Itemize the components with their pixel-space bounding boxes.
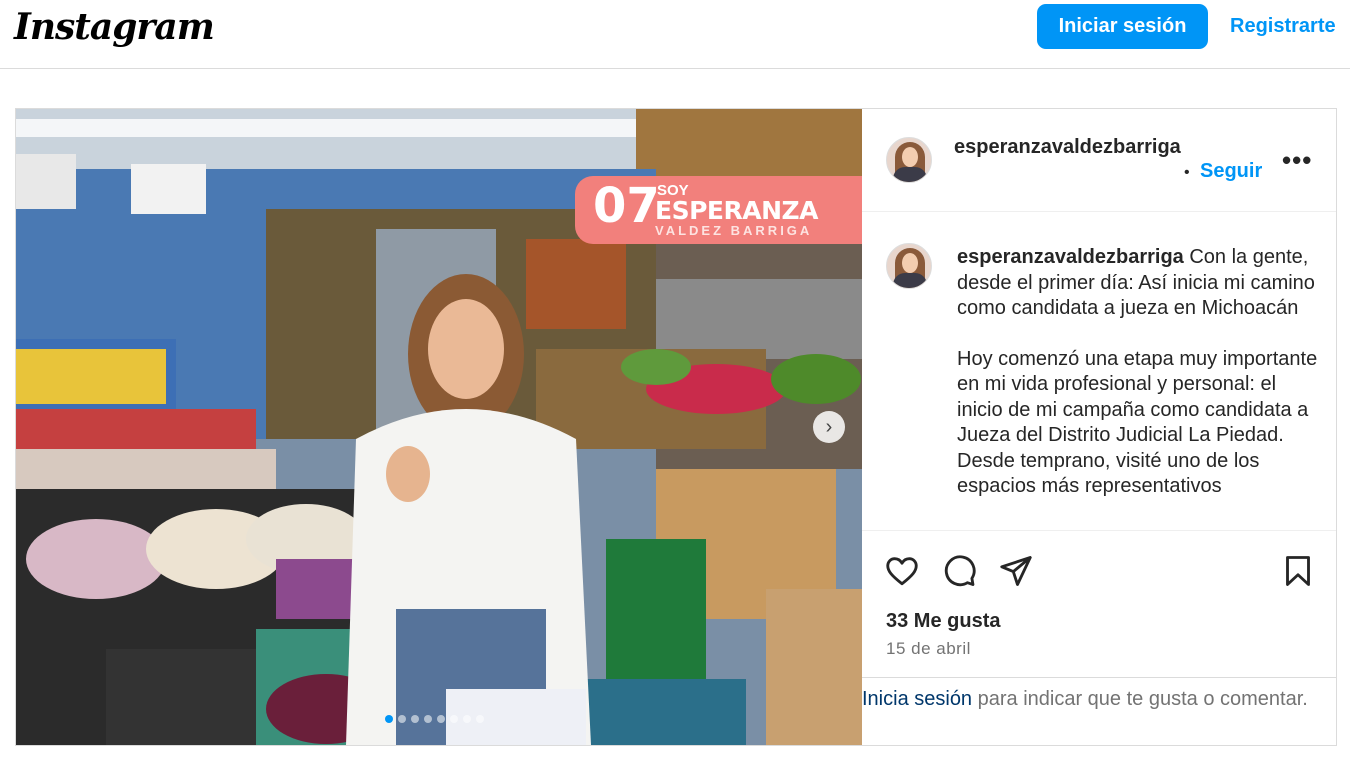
post-actions: 33 Me gusta 15 de abril [862,530,1336,678]
post-date[interactable]: 15 de abril [886,639,971,659]
caption-paragraph-2: Hoy comenzó una etapa muy importante en … [957,347,1318,498]
badge-number: 07 [593,178,660,234]
carousel-dot [411,715,419,723]
heart-icon[interactable] [884,553,920,589]
login-link[interactable]: Inicia sesión [862,688,972,710]
carousel-dot [476,715,484,723]
caption-text: esperanzavaldezbarriga Con la gente, des… [957,245,1325,500]
separator-dot: • [1184,164,1190,181]
carousel-dot [398,715,406,723]
comment-icon[interactable] [941,553,977,589]
share-icon[interactable] [998,553,1034,589]
avatar[interactable] [886,243,932,289]
post-author-username[interactable]: esperanzavaldezbarriga [954,134,1186,160]
candidate-badge: 07 SOY ESPERANZA VALDEZ BARRIGA [575,176,862,244]
chevron-right-icon: › [825,415,833,438]
carousel-dot [463,715,471,723]
top-navigation-bar: Instagram Iniciar sesión Registrarte [0,0,1350,69]
post-sidebar: esperanzavaldezbarriga • Seguir ••• espe… [862,109,1336,745]
like-count[interactable]: 33 Me gusta [886,610,1000,633]
carousel-dot [424,715,432,723]
post-image[interactable]: 07 SOY ESPERANZA VALDEZ BARRIGA › [16,109,862,745]
register-link[interactable]: Registrarte [1230,15,1336,38]
post-caption: esperanzavaldezbarriga Con la gente, des… [862,213,1336,530]
carousel-next-button[interactable]: › [813,411,845,443]
follow-button[interactable]: Seguir [1200,160,1262,183]
badge-surname: VALDEZ BARRIGA [655,223,813,238]
carousel-dot [437,715,445,723]
login-button[interactable]: Iniciar sesión [1037,4,1208,49]
avatar[interactable] [886,137,932,183]
post-card: 07 SOY ESPERANZA VALDEZ BARRIGA › espera… [15,108,1337,746]
carousel-dots [385,715,484,723]
login-prompt-text: para indicar que te gusta o comentar. [972,688,1308,710]
more-options-icon[interactable]: ••• [1282,145,1312,176]
caption-username[interactable]: esperanzavaldezbarriga [957,246,1184,268]
carousel-dot [385,715,393,723]
instagram-logo[interactable]: Instagram [14,6,215,48]
badge-name: ESPERANZA [655,196,818,225]
login-prompt: Inicia sesión para indicar que te gusta … [862,677,1336,745]
post-header: esperanzavaldezbarriga • Seguir ••• [862,109,1336,212]
carousel-dot [450,715,458,723]
bookmark-icon[interactable] [1280,553,1316,589]
